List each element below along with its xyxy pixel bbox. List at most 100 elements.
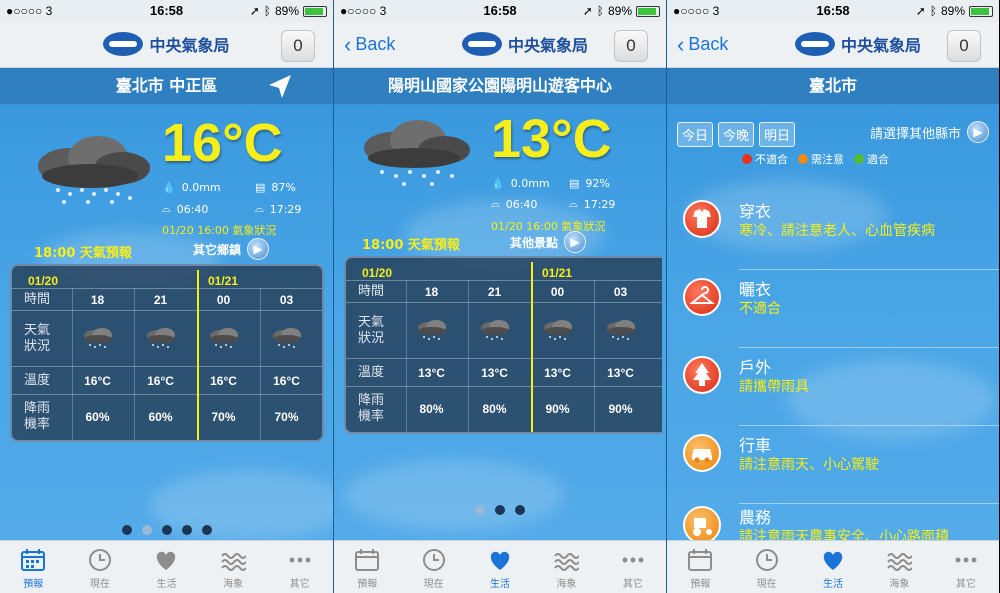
life-item-farming[interactable]: 農務 請注意雨天農事安全、小心路面積 xyxy=(667,498,999,540)
page-dot[interactable] xyxy=(495,505,505,515)
life-item-driving[interactable]: 行車 請注意雨天、小心駕駛 xyxy=(667,426,999,504)
page-indicator[interactable] xyxy=(0,525,333,535)
other-spots-link[interactable]: 其他景點 ▶ xyxy=(510,231,587,253)
tab-label[interactable]: 生活 xyxy=(823,579,843,590)
temp-cell: 16°C xyxy=(273,374,300,388)
tab-label[interactable]: 生活 xyxy=(156,579,176,590)
chevron-left-icon[interactable]: ‹ xyxy=(677,33,684,55)
weather-row-label: 天氣 狀況 xyxy=(24,323,51,354)
tab-sea[interactable]: 海象 xyxy=(200,541,267,593)
tab-now[interactable]: 現在 xyxy=(67,541,134,593)
sunset-value: 17:29 xyxy=(583,197,616,211)
tab-label[interactable]: 海象 xyxy=(889,579,909,590)
waves-icon xyxy=(554,553,580,571)
other-towns-label[interactable]: 其它鄉鎮 xyxy=(193,241,241,258)
tab-forecast[interactable]: 預報 xyxy=(334,541,400,593)
tab-now[interactable]: 現在 xyxy=(733,541,799,593)
life-item-outdoor[interactable]: 戶外 請攜帶雨具 xyxy=(667,348,999,426)
tab-forecast[interactable]: 預報 xyxy=(0,541,67,593)
temp-cell: 13°C xyxy=(607,366,634,380)
time-row: 時間 18 21 00 03 xyxy=(12,290,322,310)
tab-life[interactable]: 生活 xyxy=(133,541,200,593)
raindrop-icon: 💧 xyxy=(162,181,176,194)
tab-label[interactable]: 其它 xyxy=(956,579,976,590)
tab-label[interactable]: 海象 xyxy=(556,579,576,590)
pop-cell: 80% xyxy=(482,402,507,416)
chevron-right-icon[interactable]: ▶ xyxy=(564,231,587,253)
notification-badge[interactable]: 0 xyxy=(614,30,648,62)
pop-row: 降雨 機率 80% 80% 90% 90% xyxy=(346,390,662,428)
current-temperature: 16°C xyxy=(162,113,283,173)
page-dot[interactable] xyxy=(201,525,212,535)
tab-other[interactable]: 其它 xyxy=(600,541,666,593)
today-button[interactable]: 今日 xyxy=(677,122,714,147)
location-arrow-icon[interactable] xyxy=(265,72,295,102)
notification-badge[interactable]: 0 xyxy=(281,30,315,62)
hour-cell: 18 xyxy=(90,293,105,307)
tab-now[interactable]: 現在 xyxy=(400,541,466,593)
life-item-clothing[interactable]: 穿衣 寒冷、請注意老人、心血管疾病 xyxy=(667,192,999,270)
calendar-icon xyxy=(355,549,380,571)
page-dot[interactable] xyxy=(181,525,192,535)
tab-label[interactable]: 生活 xyxy=(490,579,510,590)
tab-life[interactable]: 生活 xyxy=(800,541,866,593)
tab-label[interactable]: 預報 xyxy=(23,579,43,590)
waves-icon xyxy=(221,553,247,571)
chevron-right-icon[interactable]: ▶ xyxy=(967,121,989,143)
chevron-right-icon[interactable]: ▶ xyxy=(247,238,270,260)
life-item-laundry[interactable]: 曬衣 不適合 xyxy=(667,270,999,348)
heart-icon xyxy=(823,551,843,570)
rain-cloud-icon xyxy=(417,319,446,340)
humidity-icon: ▤ xyxy=(255,181,266,194)
page-dot-active[interactable] xyxy=(475,505,485,515)
tab-other[interactable]: 其它 xyxy=(266,541,333,593)
tab-label[interactable]: 其它 xyxy=(623,579,643,590)
tab-life[interactable]: 生活 xyxy=(467,541,533,593)
weather-row-label: 天氣 狀況 xyxy=(358,315,385,346)
tab-label[interactable]: 其它 xyxy=(290,579,310,590)
tree-icon xyxy=(683,356,721,394)
tonight-button[interactable]: 今晚 xyxy=(718,122,755,147)
legend-item: 不適合 xyxy=(742,151,788,167)
tab-forecast[interactable]: 預報 xyxy=(667,541,733,593)
cwb-logo-text: 中央氣象局 xyxy=(840,36,921,55)
page-dot[interactable] xyxy=(161,525,172,535)
notification-badge[interactable]: 0 xyxy=(947,30,981,62)
screen-forecast-spot: ●○○○○ 3 16:58 ➚ ᛒ 89% ‹ Back 中央氣象局 0 陽明山… xyxy=(333,0,666,593)
row-divider xyxy=(346,302,662,303)
pop-row-label: 降雨 機率 xyxy=(24,401,51,432)
temp-cell: 13°C xyxy=(418,366,445,380)
tab-label[interactable]: 現在 xyxy=(757,579,777,590)
page-dot-active[interactable] xyxy=(141,525,152,535)
rain-cloud-icon xyxy=(606,319,635,340)
other-spots-label[interactable]: 其他景點 xyxy=(510,234,558,251)
sunrise-value: 06:40 xyxy=(505,197,538,211)
rain-cloud-icon xyxy=(543,319,572,340)
legend-label: 不適合 xyxy=(755,153,788,166)
page-dot[interactable] xyxy=(515,505,525,515)
select-county-link[interactable]: 請選擇其他縣市 ▶ xyxy=(870,121,989,143)
sunrise-stat: ⌓ 06:40 xyxy=(491,197,537,211)
chevron-left-icon[interactable]: ‹ xyxy=(344,33,351,55)
other-towns-link[interactable]: 其它鄉鎮 ▶ xyxy=(193,238,270,260)
tab-label[interactable]: 預報 xyxy=(357,579,377,590)
location-title: 陽明山國家公園陽明山遊客中心 xyxy=(387,76,612,95)
tab-label[interactable]: 海象 xyxy=(223,579,243,590)
tomorrow-button[interactable]: 明日 xyxy=(759,122,796,147)
page-indicator[interactable] xyxy=(334,505,666,515)
forecast-date-1: 01/20 xyxy=(362,266,393,280)
nav-bar: ‹ Back 中央氣象局 0 xyxy=(334,22,666,68)
pop-cell: 70% xyxy=(211,410,236,424)
tab-label[interactable]: 現在 xyxy=(424,579,444,590)
legend-dot-orange xyxy=(798,154,808,164)
select-county-label[interactable]: 請選擇其他縣市 xyxy=(870,123,961,142)
tab-other[interactable]: 其它 xyxy=(933,541,999,593)
tab-label[interactable]: 現在 xyxy=(90,579,110,590)
tab-label[interactable]: 預報 xyxy=(690,579,710,590)
observation-time: 01/20 16:00 氣象狀況 xyxy=(162,224,277,237)
tab-sea[interactable]: 海象 xyxy=(866,541,932,593)
pop-row-label: 降雨 機率 xyxy=(358,393,385,424)
location-bar: 臺北市 xyxy=(667,68,999,104)
tab-sea[interactable]: 海象 xyxy=(533,541,599,593)
page-dot[interactable] xyxy=(121,525,132,535)
